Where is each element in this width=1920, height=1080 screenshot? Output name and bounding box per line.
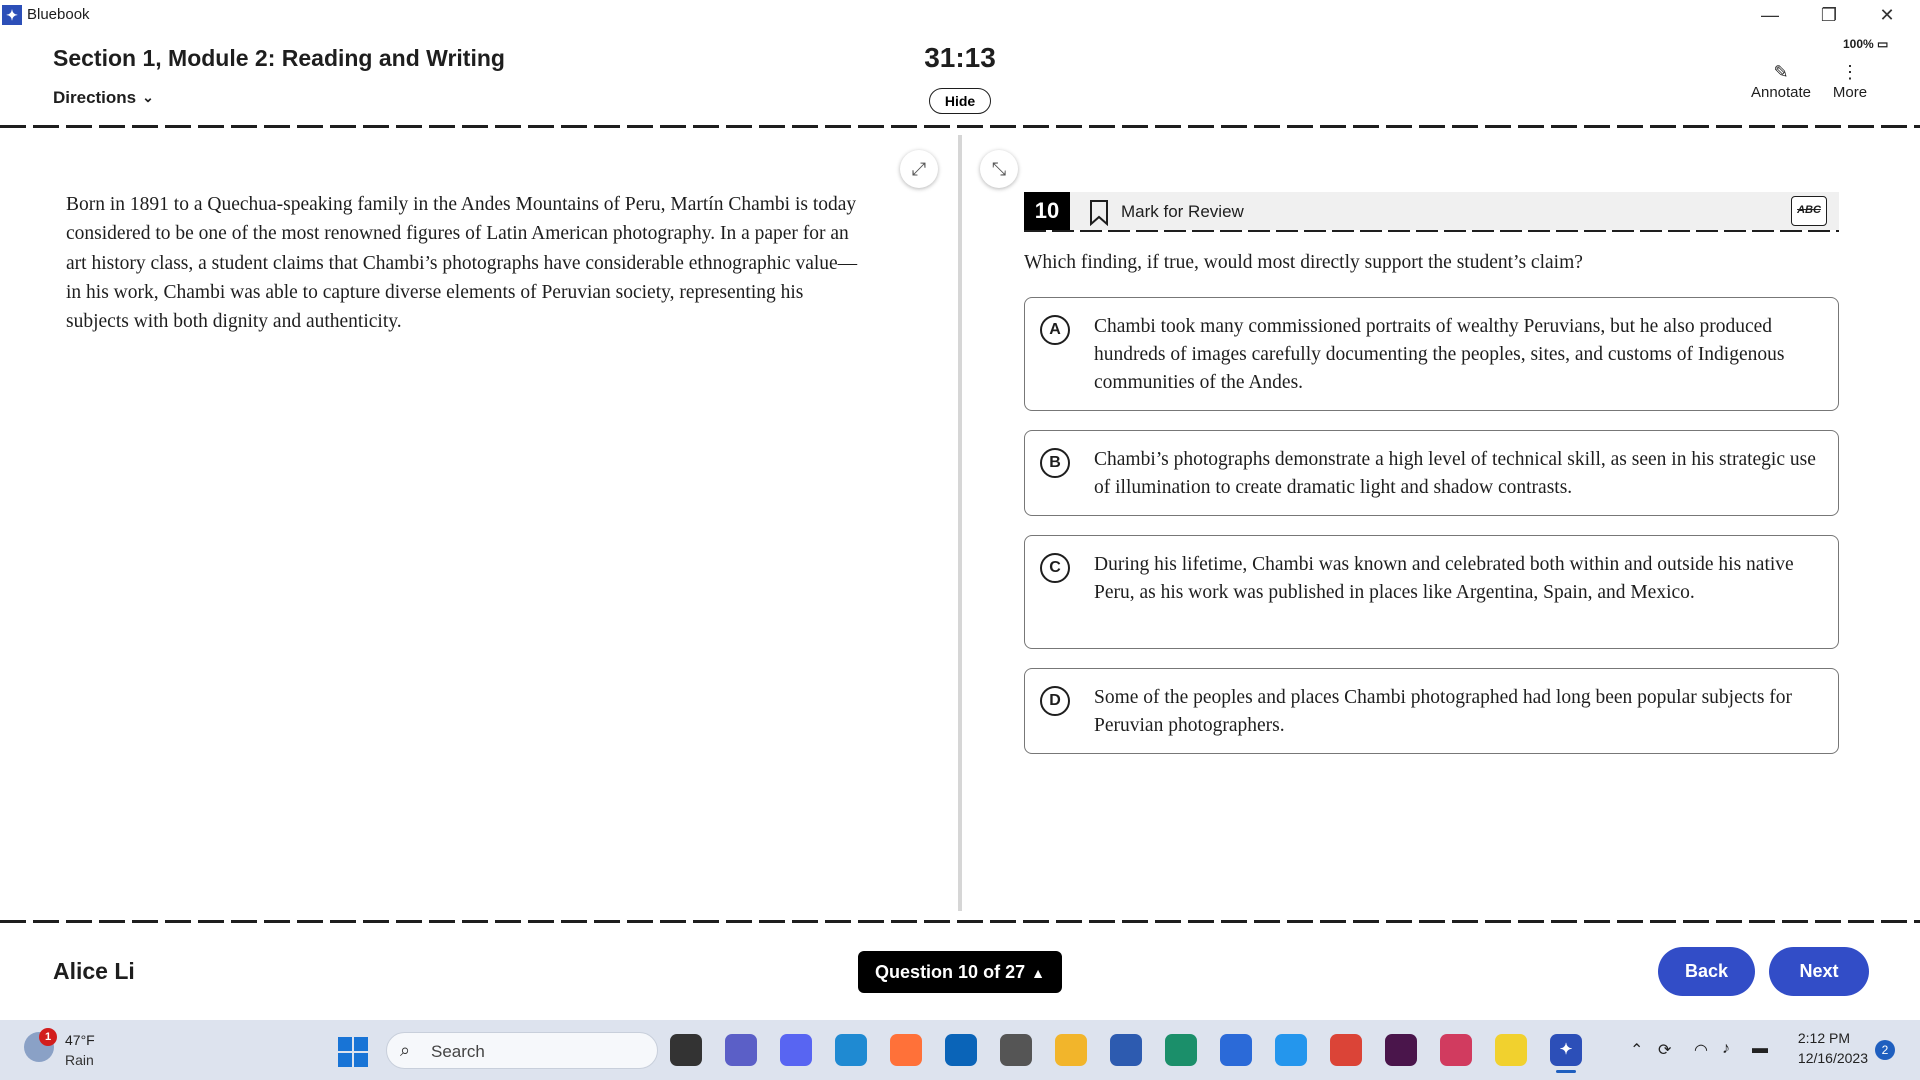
file-explorer-icon[interactable] (1055, 1034, 1087, 1066)
battery-icon: ▭ (1877, 37, 1889, 51)
annotate-button[interactable]: ✎ Annotate (1746, 62, 1816, 101)
hide-timer-button[interactable]: Hide (929, 88, 991, 114)
header-divider (0, 125, 1920, 128)
chrome-icon[interactable] (1330, 1034, 1362, 1066)
app-name: Bluebook (27, 6, 90, 23)
pencil-icon: ✎ (1773, 62, 1789, 82)
taskbar-search-input[interactable]: ⌕ Search (386, 1032, 658, 1069)
window-titlebar: ✦ Bluebook — ❐ ✕ (0, 0, 1920, 28)
directions-toggle[interactable]: Directions ⌄ (53, 88, 154, 108)
more-button[interactable]: ⋮ More (1828, 62, 1872, 101)
bluebook-logo-icon: ✦ (2, 5, 22, 25)
wifi-icon[interactable]: ◠ (1694, 1040, 1708, 1060)
question-header-divider (1024, 230, 1839, 232)
restore-button[interactable]: ❐ (1809, 2, 1849, 28)
passage-text: Born in 1891 to a Quechua-speaking famil… (66, 194, 858, 333)
answer-choice-c[interactable]: C During his lifetime, Chambi was known … (1024, 535, 1839, 649)
choice-text-b: Chambi’s photographs demonstrate a high … (1094, 449, 1816, 498)
chevron-down-icon: ⌄ (142, 89, 154, 105)
weather-alert-badge: 1 (39, 1028, 57, 1046)
chevron-up-icon: ▲ (1031, 965, 1045, 981)
question-stem: Which finding, if true, would most direc… (1024, 252, 1583, 273)
task-view-icon[interactable] (670, 1034, 702, 1066)
pane-resize-handle[interactable] (958, 135, 962, 911)
choice-letter-c: C (1040, 553, 1070, 583)
question-number: 10 (1024, 192, 1070, 230)
search-placeholder: Search (431, 1042, 485, 1061)
sync-icon[interactable]: ⟳ (1658, 1040, 1671, 1060)
choice-text-d: Some of the peoples and places Chambi ph… (1094, 687, 1793, 736)
battery-indicator: 100% ▭ (1843, 37, 1888, 51)
slack-icon[interactable] (1385, 1034, 1417, 1066)
tray-overflow-chevron-icon[interactable]: ⌃ (1630, 1040, 1643, 1060)
abc-strike-icon: ABC (1797, 204, 1821, 216)
windows-start-icon[interactable] (338, 1037, 368, 1067)
notification-count-badge[interactable]: 2 (1875, 1040, 1895, 1060)
weather-temperature[interactable]: 47°F (65, 1032, 95, 1048)
expand-passage-icon[interactable]: ⤢ (900, 150, 938, 188)
docker-icon[interactable] (1275, 1034, 1307, 1066)
back-button[interactable]: Back (1658, 947, 1755, 996)
weather-condition[interactable]: Rain (65, 1052, 94, 1068)
question-nav-label: Question 10 of 27 (875, 962, 1026, 982)
choice-letter-d: D (1040, 686, 1070, 716)
clock-time[interactable]: 2:12 PM (1790, 1030, 1850, 1046)
teams-icon[interactable] (725, 1034, 757, 1066)
minimize-button[interactable]: — (1750, 2, 1790, 28)
close-button[interactable]: ✕ (1867, 2, 1907, 28)
bookmark-icon[interactable] (1089, 200, 1109, 226)
edge-icon[interactable] (1165, 1034, 1197, 1066)
search-icon: ⌕ (400, 1040, 411, 1060)
more-label: More (1832, 84, 1868, 101)
answer-choice-d[interactable]: D Some of the peoples and places Chambi … (1024, 668, 1839, 754)
volume-icon[interactable]: ♪ (1722, 1040, 1730, 1058)
bluebook-icon[interactable]: ✦ (1550, 1034, 1582, 1066)
question-navigator-button[interactable]: Question 10 of 27 ▲ (858, 951, 1062, 993)
word-icon[interactable] (1220, 1034, 1252, 1066)
active-app-indicator (1556, 1070, 1576, 1073)
vscode-icon[interactable] (835, 1034, 867, 1066)
clock-date[interactable]: 12/16/2023 (1788, 1050, 1868, 1066)
directions-label: Directions (53, 88, 137, 107)
discord-icon[interactable] (780, 1034, 812, 1066)
answer-choice-b[interactable]: B Chambi’s photographs demonstrate a hig… (1024, 430, 1839, 516)
answer-eliminator-button[interactable]: ABC (1791, 196, 1827, 226)
answer-choice-a[interactable]: A Chambi took many commissioned portrait… (1024, 297, 1839, 411)
snipping-tool-icon[interactable] (1440, 1034, 1472, 1066)
annotate-label: Annotate (1750, 84, 1812, 101)
section-title: Section 1, Module 2: Reading and Writing (53, 45, 505, 71)
choice-text-a: Chambi took many commissioned portraits … (1094, 316, 1785, 393)
powershell-icon[interactable] (1110, 1034, 1142, 1066)
calculator-icon[interactable] (1000, 1034, 1032, 1066)
student-name: Alice Li (53, 958, 135, 984)
mark-for-review-button[interactable]: Mark for Review (1121, 202, 1244, 222)
choice-letter-a: A (1040, 315, 1070, 345)
battery-percent: 100% (1843, 37, 1874, 51)
next-button[interactable]: Next (1769, 947, 1869, 996)
timer: 31:13 (924, 42, 996, 73)
firefox-icon[interactable] (890, 1034, 922, 1066)
battery-tray-icon[interactable]: ▬ (1752, 1040, 1768, 1058)
vertical-dots-icon: ⋮ (1841, 62, 1859, 82)
footer-divider (0, 920, 1920, 923)
choice-letter-b: B (1040, 448, 1070, 478)
choice-text-c: During his lifetime, Chambi was known an… (1094, 554, 1794, 603)
expand-question-icon[interactable]: ⤡ (980, 150, 1018, 188)
outlook-icon[interactable] (945, 1034, 977, 1066)
sticky-notes-icon[interactable] (1495, 1034, 1527, 1066)
